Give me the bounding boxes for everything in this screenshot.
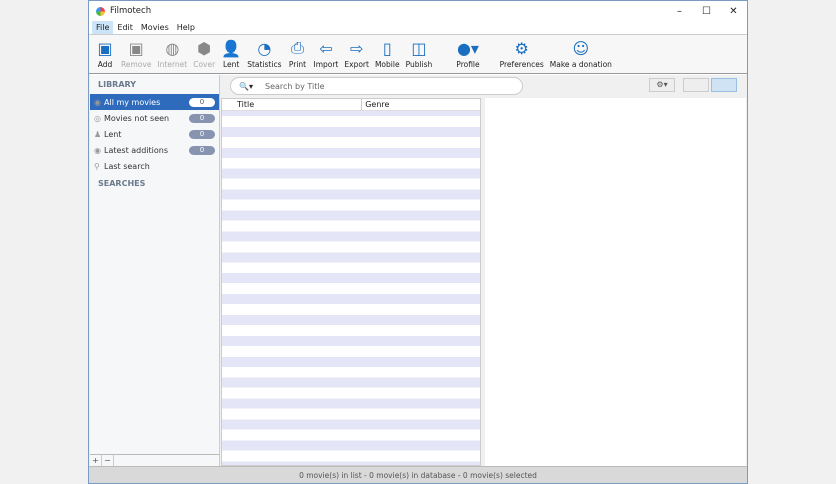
view-mode-button-2[interactable] (711, 78, 737, 92)
count-badge: 0 (189, 129, 215, 139)
search-icon[interactable]: 🔍▾ (239, 82, 253, 91)
print-button[interactable]: ⎙ Print (284, 35, 310, 69)
status-bar: 0 movie(s) in list - 0 movie(s) in datab… (89, 466, 747, 483)
item-label: All my movies (104, 97, 161, 107)
item-icon: ◎ (94, 113, 101, 123)
internet-label: Internet (157, 60, 188, 69)
publish-label: Publish (405, 60, 433, 69)
menu-help[interactable]: Help (173, 21, 199, 34)
internet-icon: ◍ (165, 38, 180, 58)
item-icon: ⚲ (94, 161, 100, 171)
lent-button[interactable]: 👤 Lent (218, 35, 244, 70)
print-label: Print (288, 60, 307, 69)
sidebar-item-last-search[interactable]: ⚲ Last search (90, 158, 219, 174)
profile-button[interactable]: ●▾ Profile (453, 35, 482, 70)
column-title[interactable]: Title (234, 99, 363, 110)
menu-edit[interactable]: Edit (113, 21, 137, 34)
remove-search-button[interactable]: − (102, 455, 114, 466)
import-label: Import (313, 60, 339, 69)
app-logo-icon (96, 6, 105, 16)
add-icon: ▣ (97, 38, 113, 58)
count-badge: 0 (189, 113, 215, 123)
publish-icon: ◫ (411, 38, 427, 58)
mobile-icon: ▯ (382, 38, 392, 58)
lent-icon: 👤 (221, 38, 242, 58)
publish-button[interactable]: ◫ Publish (403, 35, 436, 70)
sidebar-item-all-my-movies[interactable]: ◉ All my movies 0 (90, 94, 219, 110)
toolbar: ▣ Add ▣ Remove ◍ Internet ⬢ Cover 👤 Lent ◔ Statisti… (89, 34, 747, 74)
item-label: Latest additions (104, 145, 169, 155)
cover-button[interactable]: ⬢ Cover (190, 35, 218, 70)
add-button[interactable]: ▣ Add (92, 35, 118, 70)
close-button[interactable]: ✕ (720, 6, 747, 17)
statistics-icon: ◔ (257, 38, 272, 58)
export-button[interactable]: ⇨ Export (341, 35, 372, 70)
sidebar-item-latest-additions[interactable]: ◉ Latest additions 0 (90, 142, 219, 158)
import-button[interactable]: ⇦ Import (310, 35, 341, 70)
item-icon: ◉ (94, 145, 101, 155)
cover-icon: ⬢ (197, 38, 212, 58)
print-icon: ⎙ (291, 38, 304, 57)
statistics-button[interactable]: ◔ Statistics (244, 35, 284, 70)
library-header: LIBRARY (98, 80, 137, 89)
mobile-button[interactable]: ▯ Mobile (372, 35, 403, 70)
menu-bar: File Edit Movies Help (89, 21, 747, 34)
item-icon: ♟ (94, 129, 102, 139)
lent-label: Lent (223, 60, 240, 69)
mobile-label: Mobile (374, 60, 400, 69)
window-title: Filmotech (110, 6, 152, 16)
remove-label: Remove (121, 60, 152, 69)
column-genre[interactable]: Genre (362, 99, 480, 110)
search-field[interactable]: 🔍▾ Search by Title (230, 77, 523, 95)
title-bar: Filmotech – ☐ ✕ (89, 1, 747, 21)
search-placeholder: Search by Title (264, 81, 325, 91)
sidebar-item-movies-not-seen[interactable]: ◎ Movies not seen 0 (90, 110, 219, 126)
import-icon: ⇦ (319, 38, 333, 58)
sidebar: LIBRARY ◉ All my movies 0 ◎ Movies not seen 0… (90, 75, 220, 466)
view-mode-button-1[interactable] (683, 78, 709, 92)
make-a-donation-button[interactable]: ☺ Make a donation (547, 35, 615, 70)
count-badge: 0 (189, 145, 215, 155)
gear-menu-button[interactable]: ⚙▾ (649, 78, 675, 92)
export-icon: ⇨ (349, 38, 364, 58)
menu-file[interactable]: File (92, 21, 114, 34)
remove-button[interactable]: ▣ Remove (118, 35, 154, 70)
add-label: Add (97, 60, 113, 69)
profile-label: Profile (456, 60, 480, 69)
make-a-donation-icon: ☺ (572, 38, 590, 58)
make-a-donation-label: Make a donation (549, 60, 612, 69)
export-label: Export (344, 60, 369, 69)
preferences-label: Preferences (499, 60, 544, 69)
detail-pane (485, 98, 746, 466)
statistics-label: Statistics (247, 60, 282, 69)
item-icon: ◉ (94, 97, 101, 107)
app-window: Filmotech – ☐ ✕ File Edit Movies Help ▣ A… (88, 0, 748, 484)
minimize-button[interactable]: – (666, 6, 693, 17)
add-search-button[interactable]: + (90, 455, 102, 466)
item-label: Lent (104, 129, 122, 139)
item-label: Movies not seen (104, 113, 170, 123)
item-label: Last search (104, 161, 150, 171)
preferences-icon: ⚙ (514, 38, 529, 58)
count-badge: 0 (189, 97, 215, 107)
cover-label: Cover (193, 60, 216, 69)
searches-header: SEARCHES (98, 179, 146, 188)
movie-list[interactable]: Title Genre (221, 98, 481, 466)
profile-icon: ●▾ (456, 38, 479, 58)
preferences-button[interactable]: ⚙ Preferences (497, 35, 547, 70)
sidebar-item-lent[interactable]: ♟ Lent 0 (90, 126, 219, 142)
remove-icon: ▣ (128, 38, 144, 58)
menu-movies[interactable]: Movies (137, 21, 173, 34)
internet-button[interactable]: ◍ Internet (154, 35, 190, 70)
maximize-button[interactable]: ☐ (693, 6, 720, 17)
